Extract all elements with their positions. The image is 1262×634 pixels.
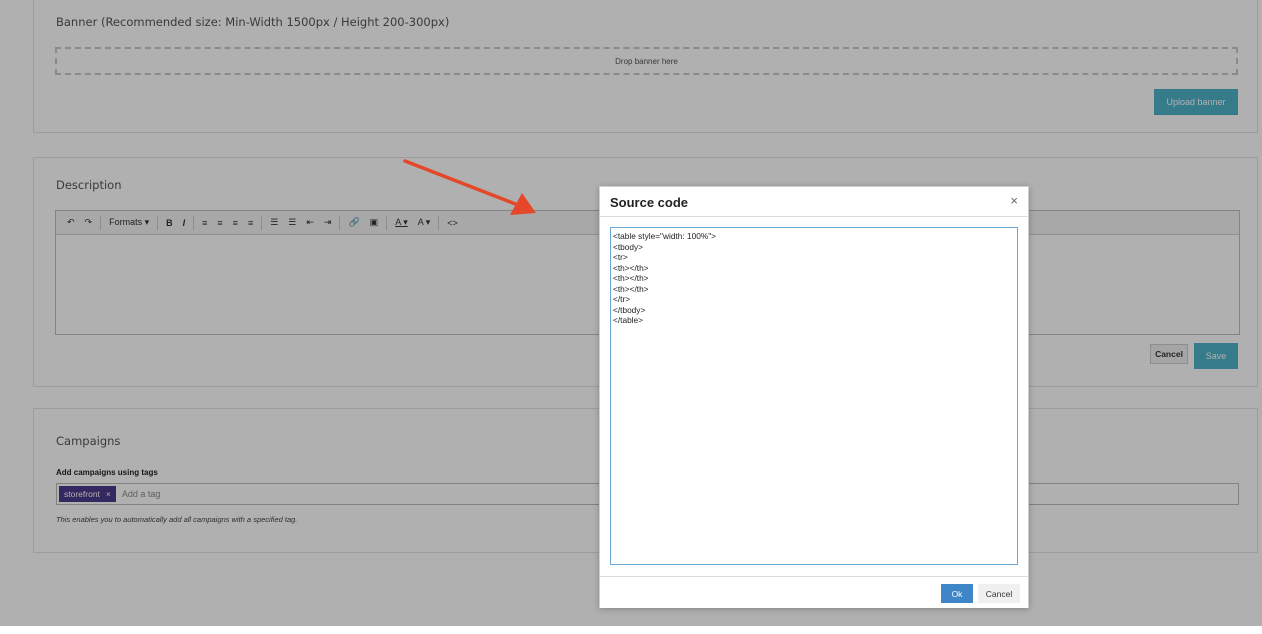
source-code-textarea[interactable]: <table style="width: 100%"> <tbody> <tr>…: [610, 227, 1018, 565]
close-icon[interactable]: ×: [1010, 193, 1018, 208]
source-code-dialog: Source code × <table style="width: 100%"…: [599, 186, 1029, 608]
annotation-arrow-icon: [403, 159, 536, 215]
dialog-header: Source code ×: [600, 187, 1028, 217]
dialog-footer: Ok Cancel: [600, 576, 1028, 608]
ok-button[interactable]: Ok: [941, 584, 973, 603]
dialog-title: Source code: [610, 195, 689, 210]
dialog-cancel-button[interactable]: Cancel: [978, 584, 1020, 603]
